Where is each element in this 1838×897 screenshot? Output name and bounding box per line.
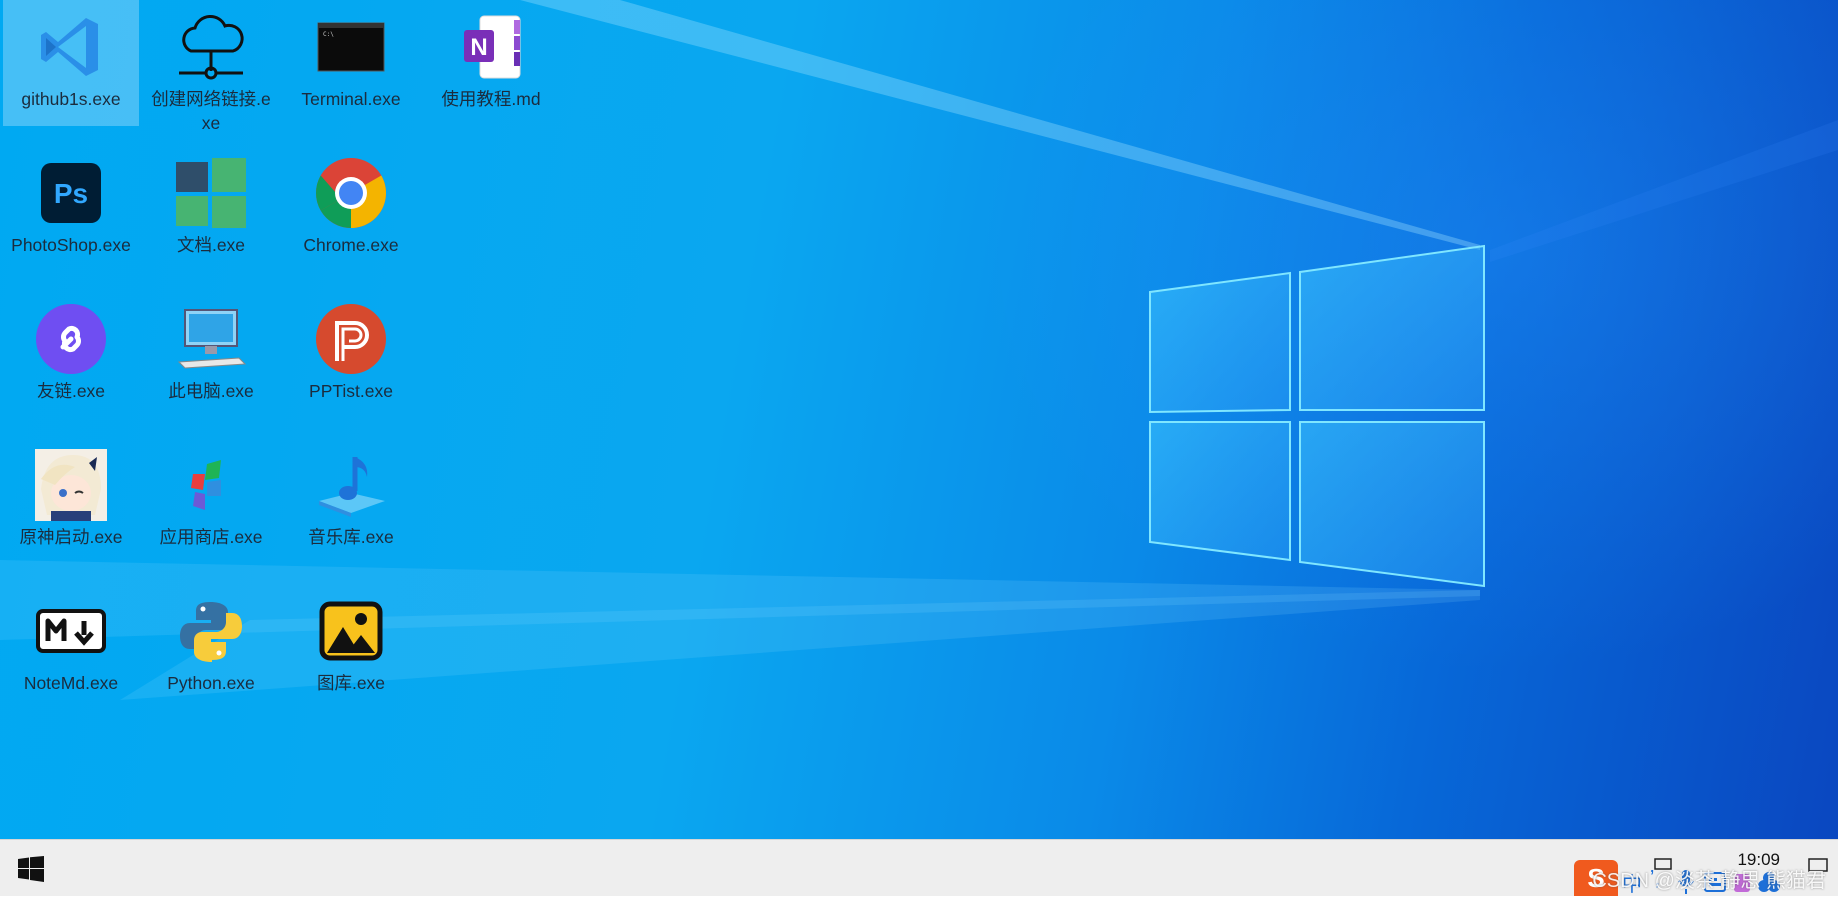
app-store-icon: [172, 446, 250, 524]
desktop-icon-label: 音乐库.exe: [308, 527, 394, 547]
desktop-icon-label: 应用商店.exe: [159, 527, 263, 547]
photoshop-icon: Ps: [32, 154, 110, 232]
desktop-icon-label: 图库.exe: [316, 673, 386, 693]
system-tray: S 中 ʼ, 19:09 CSDN @淡茶 静思 熊猫君: [1538, 840, 1838, 896]
python-icon: [172, 592, 250, 670]
desktop-icon-label: NoteMd.exe: [23, 673, 119, 693]
start-button[interactable]: [12, 852, 50, 886]
csdn-watermark: CSDN @淡茶 静思 熊猫君: [1592, 870, 1826, 892]
taskbar: S 中 ʼ, 19:09 CSDN @淡茶 静思 熊猫君: [0, 839, 1838, 896]
svg-text:C:\: C:\: [323, 31, 334, 38]
desktop-icon[interactable]: C:\ Terminal.exe: [283, 0, 419, 111]
desktop-icon-label: 文档.exe: [176, 235, 246, 255]
desktop-icon[interactable]: Chrome.exe: [283, 146, 419, 257]
desktop-icon[interactable]: github1s.exe: [3, 0, 139, 126]
desktop-icon[interactable]: NoteMd.exe: [3, 584, 139, 695]
desktop-icon[interactable]: 此电脑.exe: [143, 292, 279, 403]
desktop-icon-label: 创建网络链接.exe: [151, 89, 271, 133]
vscode-icon: [32, 8, 110, 86]
pptist-icon: [312, 300, 390, 378]
desktop-icon[interactable]: Python.exe: [143, 584, 279, 695]
terminal-icon: C:\: [312, 8, 390, 86]
desktop-icon[interactable]: N 使用教程.md: [423, 0, 559, 111]
desktop-icon-label: Chrome.exe: [303, 235, 399, 255]
desktop-icon[interactable]: 友链.exe: [3, 292, 139, 403]
markdown-icon: [32, 592, 110, 670]
desktop-icon[interactable]: 音乐库.exe: [283, 438, 419, 549]
desktop-icon[interactable]: 应用商店.exe: [143, 438, 279, 549]
desktop-icon-label: github1s.exe: [21, 89, 121, 109]
desktop-icon[interactable]: PPTist.exe: [283, 292, 419, 403]
windows-tiles-icon: [172, 154, 250, 232]
gallery-icon: [312, 592, 390, 670]
link-icon: [32, 300, 110, 378]
desktop-icon-label: 友链.exe: [36, 381, 106, 401]
desktop-icon-label: 此电脑.exe: [168, 381, 254, 401]
onenote-icon: N: [452, 8, 530, 86]
music-note-icon: [312, 446, 390, 524]
desktop-icon[interactable]: 文档.exe: [143, 146, 279, 257]
desktop-icon-label: PPTist.exe: [309, 381, 393, 401]
desktop-icon-label: 使用教程.md: [441, 89, 541, 109]
windows-wallpaper-logo: [1149, 244, 1485, 588]
desktop-icon-label: 原神启动.exe: [19, 527, 123, 547]
desktop-icon-label: PhotoShop.exe: [11, 235, 131, 255]
network-cloud-icon: [172, 8, 250, 86]
windows-start-icon: [18, 856, 44, 882]
desktop-wallpaper: github1s.exe 创建网络链接.exe C:\ Terminal.exe N 使用…: [0, 0, 1838, 839]
svg-text:N: N: [470, 34, 487, 61]
desktop-icon-label: Terminal.exe: [301, 89, 401, 109]
chrome-icon: [312, 154, 390, 232]
svg-text:Ps: Ps: [54, 178, 88, 209]
desktop-icon[interactable]: 原神启动.exe: [3, 438, 139, 549]
desktop-icon[interactable]: 创建网络链接.exe: [143, 0, 279, 135]
desktop-icon[interactable]: 图库.exe: [283, 584, 419, 695]
anime-avatar-icon: [32, 446, 110, 524]
computer-icon: [172, 300, 250, 378]
desktop-icon-label: Python.exe: [167, 673, 255, 693]
desktop-icon[interactable]: Ps PhotoShop.exe: [3, 146, 139, 257]
